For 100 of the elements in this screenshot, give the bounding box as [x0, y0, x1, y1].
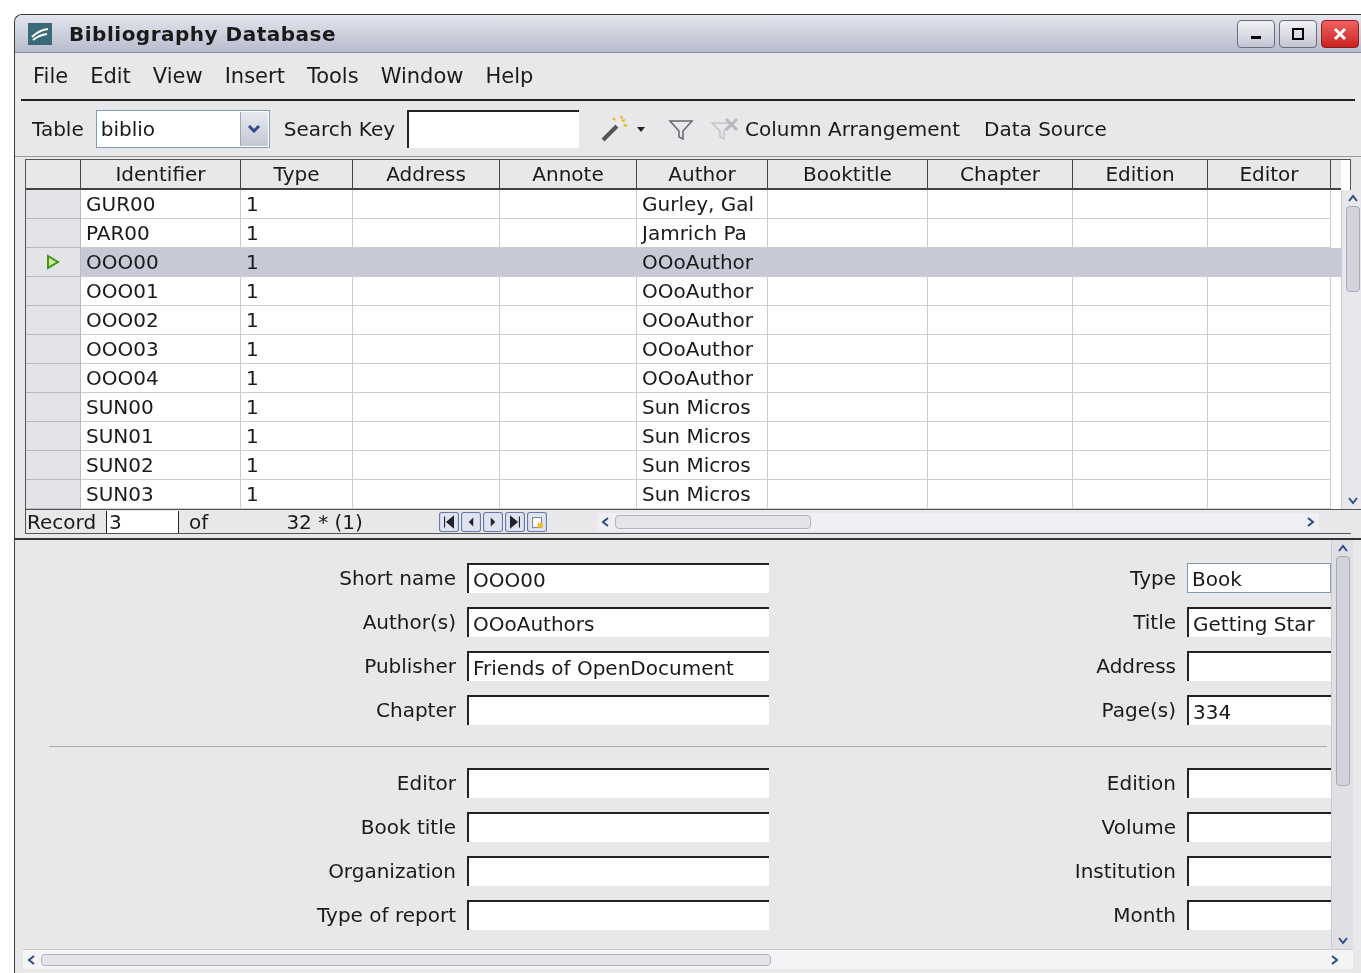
input-field[interactable]: 334 — [1187, 695, 1331, 725]
field-label: Short name — [338, 565, 456, 592]
input-field[interactable]: Book — [1187, 563, 1331, 593]
field-label: Edition — [1105, 770, 1176, 797]
table-row[interactable]: OOO01 1 OOoAuthor — [26, 277, 1341, 306]
record-count: 32 * (1) — [286, 508, 363, 536]
input-field[interactable]: Getting Star — [1187, 607, 1331, 637]
table-row[interactable]: OOO02 1 OOoAuthor — [26, 306, 1341, 335]
search-key-label: Search Key — [283, 115, 396, 143]
table-cell: Sun Micros — [637, 422, 768, 451]
previous-record-icon[interactable] — [460, 511, 481, 532]
input-field[interactable]: Friends of OpenDocument — [467, 651, 769, 681]
toolbar-button[interactable]: Data Source — [980, 113, 1111, 144]
new-record-icon[interactable] — [526, 511, 547, 532]
input-field[interactable]: OOO00 — [467, 563, 769, 593]
input-field[interactable] — [467, 812, 769, 842]
scrollbar-thumb[interactable] — [614, 514, 811, 529]
table-cell: GUR00 — [81, 190, 241, 219]
horizontal-scrollbar[interactable] — [23, 949, 1353, 969]
first-record-icon[interactable] — [438, 511, 459, 532]
column-header[interactable]: Editor — [1208, 160, 1331, 188]
table-cell: OOO03 — [81, 335, 241, 364]
input-field[interactable] — [467, 695, 769, 725]
scrollbar-thumb[interactable] — [1335, 556, 1350, 786]
of-label: of — [178, 510, 209, 533]
input-field[interactable] — [1187, 856, 1331, 886]
column-header[interactable]: Address — [353, 160, 500, 188]
table-cell: SUN02 — [81, 451, 241, 480]
table-cell: 1 — [241, 364, 353, 393]
app-icon — [27, 21, 53, 46]
table-row[interactable]: GUR00 1 Gurley, Gal — [26, 190, 1341, 219]
toolbar-button[interactable]: Column Arrangement — [741, 113, 964, 144]
table-row[interactable]: OOO03 1 OOoAuthor — [26, 335, 1341, 364]
table-cell: 1 — [241, 248, 353, 277]
table-row[interactable]: SUN00 1 Sun Micros — [26, 393, 1341, 422]
input-field[interactable] — [1187, 651, 1331, 681]
input-field[interactable] — [1187, 768, 1331, 798]
field-label: Volume — [1100, 814, 1176, 841]
field-label: Month — [1112, 902, 1176, 929]
horizontal-scrollbar[interactable] — [596, 512, 1319, 531]
table-cell: SUN01 — [81, 422, 241, 451]
close-button[interactable] — [1321, 19, 1359, 48]
field-label: Type — [1129, 565, 1176, 592]
table-cell: 1 — [241, 422, 353, 451]
table-cell: OOoAuthor — [637, 277, 768, 306]
field-label: Chapter — [375, 697, 456, 724]
field-label: Institution — [1073, 858, 1176, 885]
menu-item[interactable]: Insert — [224, 61, 285, 93]
table-cell: OOoAuthor — [637, 335, 768, 364]
input-field[interactable] — [467, 900, 769, 930]
field-label: Address — [1095, 653, 1176, 680]
next-record-icon[interactable] — [482, 511, 503, 532]
table-cell: OOO04 — [81, 364, 241, 393]
input-field[interactable] — [467, 768, 769, 798]
table-cell: 1 — [241, 277, 353, 306]
column-header[interactable]: Identifier — [81, 160, 241, 188]
table-row[interactable]: SUN01 1 Sun Micros — [26, 422, 1341, 451]
table-dropdown[interactable]: biblio — [95, 109, 270, 148]
scrollbar-thumb[interactable] — [1345, 206, 1360, 292]
input-field[interactable] — [1187, 812, 1331, 842]
table-label: Table — [32, 115, 84, 143]
table-row[interactable]: OOO00 1 OOoAuthor — [26, 248, 1341, 277]
input-field[interactable] — [467, 856, 769, 886]
column-header[interactable]: Chapter — [928, 160, 1073, 188]
table-cell: 1 — [241, 393, 353, 422]
column-header[interactable]: Author — [637, 160, 768, 188]
maximize-button[interactable] — [1279, 19, 1317, 48]
table-cell: Sun Micros — [637, 393, 768, 422]
table-cell: Sun Micros — [637, 451, 768, 480]
last-record-icon[interactable] — [504, 511, 525, 532]
menu-item[interactable]: Edit — [90, 61, 131, 93]
input-field[interactable] — [1187, 900, 1331, 930]
field-label: Book title — [359, 814, 456, 841]
column-header[interactable]: Annote — [500, 160, 637, 188]
minimize-button[interactable] — [1237, 19, 1275, 48]
scrollbar-thumb[interactable] — [41, 953, 771, 966]
chevron-down-icon — [247, 123, 262, 134]
input-field[interactable]: OOoAuthors — [467, 607, 769, 637]
column-header[interactable]: Edition — [1073, 160, 1208, 188]
table-row[interactable]: OOO04 1 OOoAuthor — [26, 364, 1341, 393]
menu-item[interactable]: Help — [485, 61, 534, 93]
table-cell: 1 — [241, 306, 353, 335]
table-cell: OOO00 — [81, 248, 241, 277]
table-cell: OOO01 — [81, 277, 241, 306]
menu-item[interactable]: View — [152, 61, 203, 93]
vertical-scrollbar[interactable] — [1341, 190, 1361, 509]
row-header[interactable] — [26, 248, 81, 277]
menu-item[interactable]: Window — [380, 61, 464, 93]
vertical-scrollbar[interactable] — [1331, 540, 1353, 949]
column-header[interactable]: Booktitle — [768, 160, 928, 188]
table-cell: OOO02 — [81, 306, 241, 335]
current-row-icon — [46, 254, 60, 270]
search-key-field[interactable] — [407, 109, 580, 148]
table-cell: OOoAuthor — [637, 306, 768, 335]
column-header[interactable]: Type — [241, 160, 353, 188]
field-label: Page(s) — [1100, 697, 1176, 724]
record-number-field[interactable]: 3 — [106, 510, 179, 533]
menu-item[interactable]: File — [33, 61, 69, 93]
menu-item[interactable]: Tools — [306, 61, 359, 93]
table-row[interactable]: SUN02 1 Sun Micros — [26, 451, 1341, 480]
